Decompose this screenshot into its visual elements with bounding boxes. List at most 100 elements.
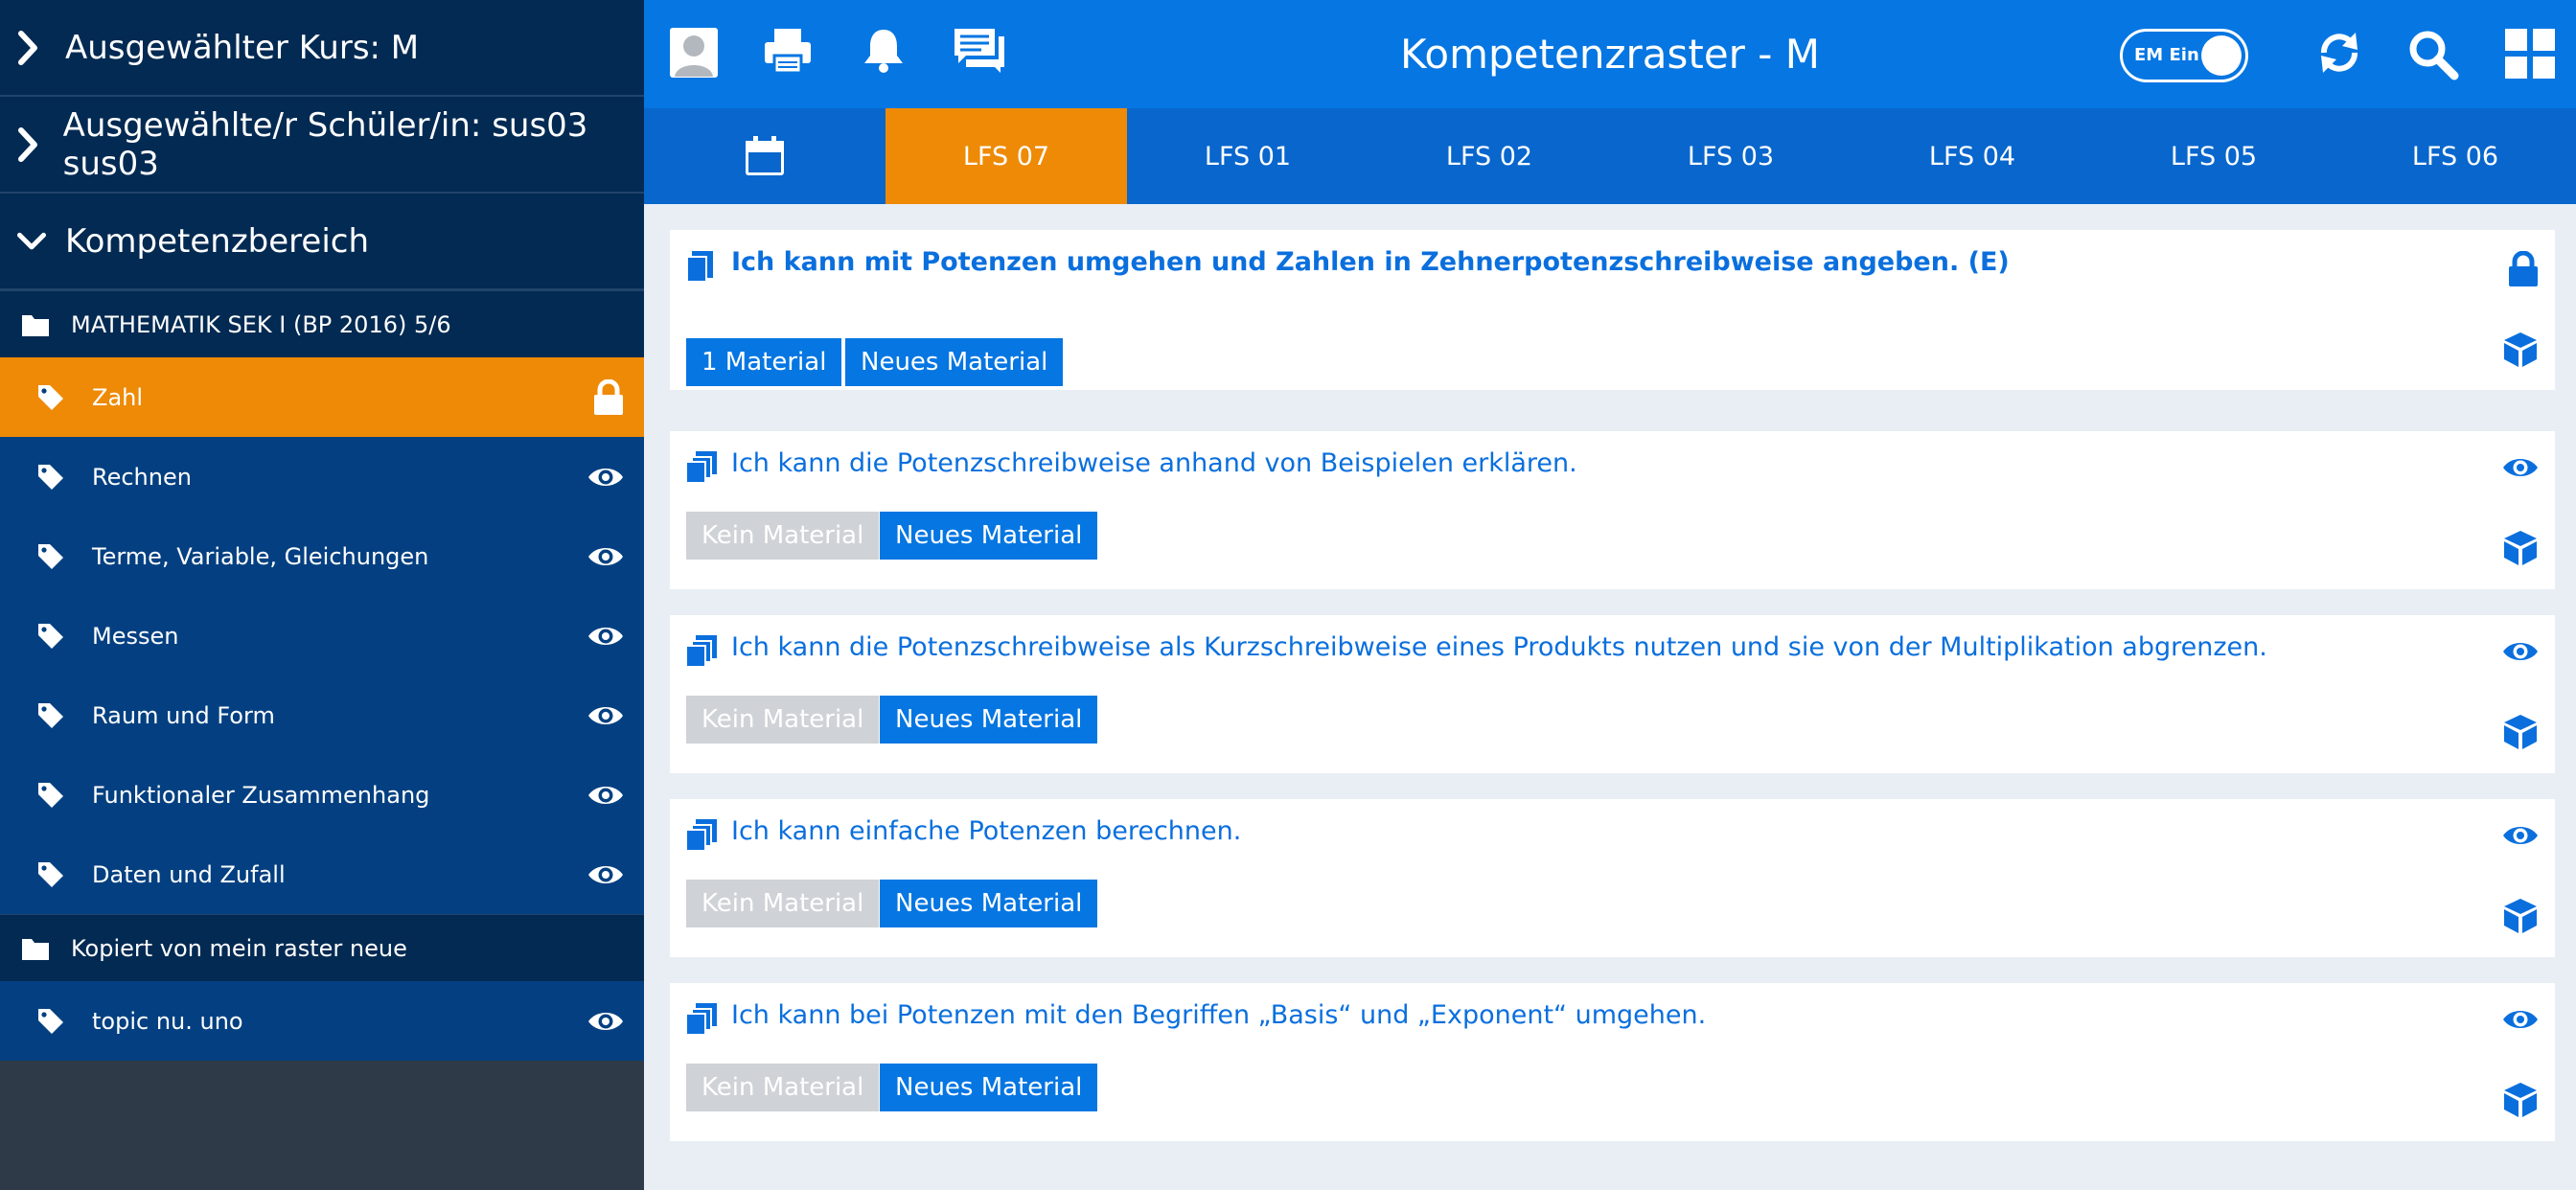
material-button: Kein Material: [686, 696, 880, 744]
refresh-icon[interactable]: [2315, 29, 2363, 77]
eye-icon[interactable]: [586, 863, 625, 886]
eye-icon[interactable]: [2501, 824, 2540, 847]
search-icon[interactable]: [2407, 29, 2459, 80]
new-material-button[interactable]: Neues Material: [880, 880, 1098, 927]
tab-lfs[interactable]: LFS 03: [1610, 108, 1852, 204]
tab-label: LFS 03: [1687, 141, 1775, 172]
eye-icon[interactable]: [2501, 1008, 2540, 1031]
competency-card: Ich kann die Potenzschreibweise als Kurz…: [670, 615, 2555, 773]
sidebar-item-label: Terme, Variable, Gleichungen: [92, 542, 429, 570]
cube-icon[interactable]: [2501, 1081, 2540, 1119]
cube-icon[interactable]: [2501, 713, 2540, 751]
sidebar-item[interactable]: Daten und Zufall: [0, 835, 644, 914]
eye-icon[interactable]: [2501, 640, 2540, 663]
tab-lfs[interactable]: LFS 04: [1852, 108, 2093, 204]
tag-icon: [36, 781, 65, 810]
single-doc-icon: [684, 249, 717, 284]
chevron-right-icon: [17, 124, 44, 166]
competency-list: Ich kann mit Potenzen umgehen und Zahlen…: [644, 204, 2576, 1190]
competency-card: Ich kann bei Potenzen mit den Begriffen …: [670, 983, 2555, 1141]
cube-icon[interactable]: [2501, 897, 2540, 935]
sidebar-item[interactable]: Terme, Variable, Gleichungen: [0, 516, 644, 596]
folder-icon: [21, 312, 50, 337]
tab-lfs[interactable]: LFS 05: [2093, 108, 2334, 204]
tab-lfs[interactable]: LFS 02: [1368, 108, 1610, 204]
sidebar-item-label: topic nu. uno: [92, 1007, 243, 1035]
lock-icon[interactable]: [2507, 251, 2540, 287]
tab-label: LFS 01: [1204, 141, 1292, 172]
sidebar-item[interactable]: Raum und Form: [0, 675, 644, 755]
selected-student-header[interactable]: Ausgewählte/r Schüler/in: sus03 sus03: [0, 97, 644, 194]
eye-icon[interactable]: [586, 1010, 625, 1033]
sidebar-item[interactable]: Funktionaler Zusammenhang: [0, 755, 644, 835]
sidebar-item-label: Messen: [92, 622, 179, 650]
cube-icon[interactable]: [2501, 529, 2540, 567]
tag-icon: [36, 1007, 65, 1036]
material-button: Kein Material: [686, 880, 880, 927]
competency-title[interactable]: Ich kann einfache Potenzen berechnen.: [731, 816, 1241, 846]
eye-icon[interactable]: [586, 466, 625, 489]
material-button: Kein Material: [686, 1064, 880, 1111]
tab-label: LFS 05: [2170, 141, 2258, 172]
tab-calendar[interactable]: [644, 108, 886, 204]
user-icon[interactable]: [669, 27, 719, 79]
lock-icon[interactable]: [592, 378, 625, 416]
printer-icon[interactable]: [763, 27, 813, 75]
competency-card: Ich kann einfache Potenzen berechnen. Kei…: [670, 799, 2555, 957]
bell-icon[interactable]: [862, 27, 905, 75]
new-material-button[interactable]: Neues Material: [880, 696, 1098, 744]
new-material-button[interactable]: Neues Material: [845, 338, 1064, 386]
new-material-button[interactable]: Neues Material: [880, 1064, 1098, 1111]
sidebar-item-label: Daten und Zufall: [92, 860, 286, 888]
sidebar-group-header[interactable]: MATHEMATIK SEK I (BP 2016) 5/6: [0, 290, 644, 357]
competency-card: Ich kann die Potenzschreibweise anhand v…: [670, 431, 2555, 589]
tag-icon: [36, 383, 65, 412]
selected-student-label: Ausgewählte/r Schüler/in: sus03 sus03: [62, 105, 588, 183]
calendar-icon: [744, 135, 786, 177]
tab-lfs[interactable]: LFS 06: [2334, 108, 2576, 204]
competency-title[interactable]: Ich kann bei Potenzen mit den Begriffen …: [731, 1000, 1706, 1030]
sidebar-group-label: Kopiert von mein raster neue: [71, 934, 407, 962]
competency-title[interactable]: Ich kann die Potenzschreibweise anhand v…: [731, 448, 1577, 478]
competency-title[interactable]: Ich kann die Potenzschreibweise als Kurz…: [731, 632, 2267, 662]
tag-icon: [36, 622, 65, 651]
sidebar-item-label: Rechnen: [92, 463, 192, 491]
tab-lfs[interactable]: LFS 07: [886, 108, 1127, 204]
lfs-tabs: LFS 07 LFS 01 LFS 02 LFS 03 LFS 04 LFS 05 LFS …: [644, 108, 2576, 204]
sidebar: Ausgewählter Kurs: M Ausgewählte/r Schül…: [0, 0, 644, 1190]
chat-icon[interactable]: [953, 27, 1006, 75]
selected-course-header[interactable]: Ausgewählter Kurs: M: [0, 0, 644, 97]
competency-card: Ich kann mit Potenzen umgehen und Zahlen…: [670, 230, 2555, 390]
tag-icon: [36, 542, 65, 571]
tab-lfs[interactable]: LFS 01: [1127, 108, 1368, 204]
sidebar-item[interactable]: topic nu. uno: [0, 981, 644, 1061]
competence-area-header[interactable]: Kompetenzbereich: [0, 194, 644, 290]
sidebar-item-label: Raum und Form: [92, 701, 275, 729]
competence-area-label: Kompetenzbereich: [65, 221, 370, 261]
eye-icon[interactable]: [2501, 456, 2540, 479]
competency-title[interactable]: Ich kann mit Potenzen umgehen und Zahlen…: [731, 247, 2010, 277]
tag-icon: [36, 860, 65, 889]
eye-icon[interactable]: [586, 545, 625, 568]
cube-icon[interactable]: [2501, 331, 2540, 369]
eye-icon[interactable]: [586, 784, 625, 807]
em-toggle[interactable]: EM Ein: [2120, 29, 2248, 82]
tab-label: LFS 02: [1445, 141, 1533, 172]
eye-icon[interactable]: [586, 625, 625, 648]
new-material-button[interactable]: Neues Material: [880, 512, 1098, 560]
sidebar-group-header[interactable]: Kopiert von mein raster neue: [0, 914, 644, 981]
sidebar-item[interactable]: Rechnen: [0, 437, 644, 516]
multi-doc-icon: [684, 450, 719, 485]
topbar: Kompetenzraster - M EM Ein: [644, 0, 2576, 108]
tag-icon: [36, 701, 65, 730]
chevron-right-icon: [17, 27, 46, 69]
grid-icon[interactable]: [2505, 29, 2555, 79]
sidebar-item[interactable]: Zahl: [0, 357, 644, 437]
material-button[interactable]: 1 Material: [686, 338, 842, 386]
sidebar-item-label: Funktionaler Zusammenhang: [92, 781, 430, 809]
multi-doc-icon: [684, 818, 719, 853]
eye-icon[interactable]: [586, 704, 625, 727]
sidebar-item[interactable]: Messen: [0, 596, 644, 675]
multi-doc-icon: [684, 634, 719, 669]
tab-label: LFS 07: [962, 141, 1050, 172]
